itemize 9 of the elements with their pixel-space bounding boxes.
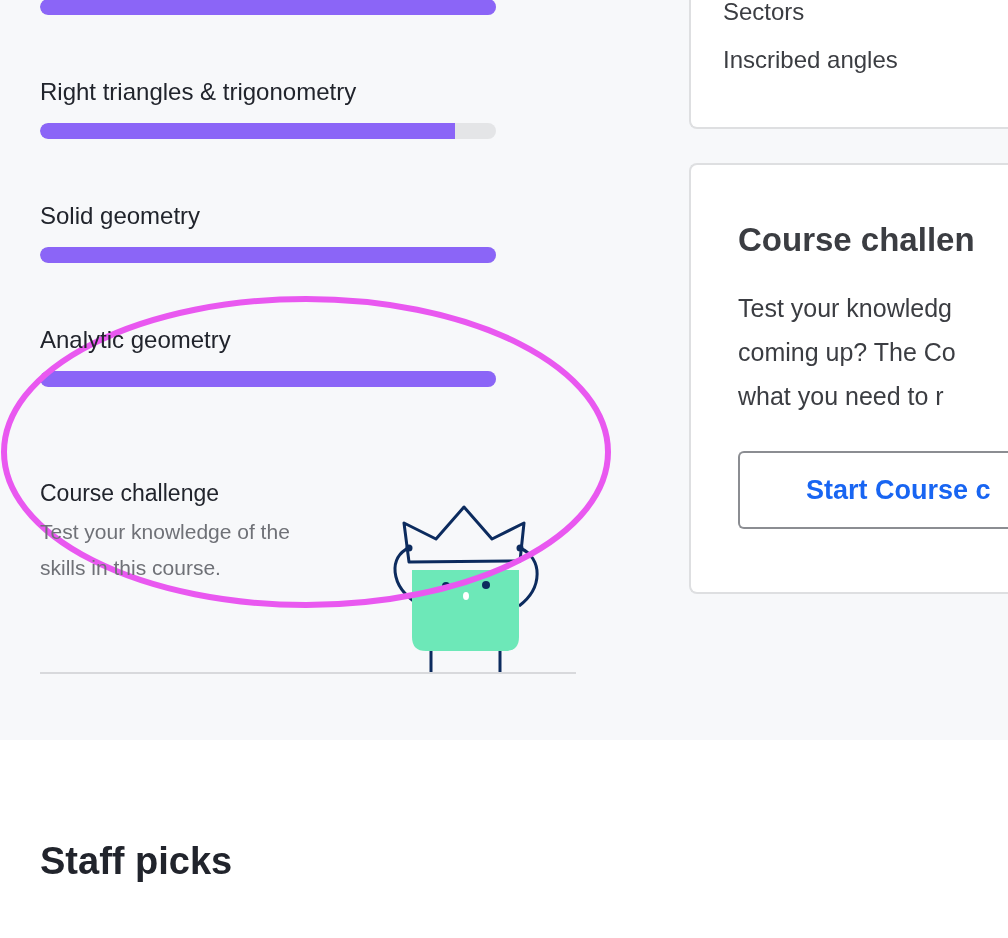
card-title: Course challen xyxy=(738,220,976,260)
skill-name[interactable]: Solid geometry xyxy=(40,201,496,231)
start-challenge-button[interactable]: Start Course c xyxy=(738,451,1008,529)
lesson-link[interactable]: Sectors xyxy=(723,0,1008,24)
challenge-title[interactable]: Course challenge xyxy=(40,478,340,508)
skill-name[interactable]: Right triangles & trigonometry xyxy=(40,77,496,107)
card-description: Test your knowledg coming up? The Co what you need to r xyxy=(738,293,957,412)
lesson-link[interactable]: Inscribed angles xyxy=(723,48,1008,72)
section-title: Staff picks xyxy=(40,839,234,884)
